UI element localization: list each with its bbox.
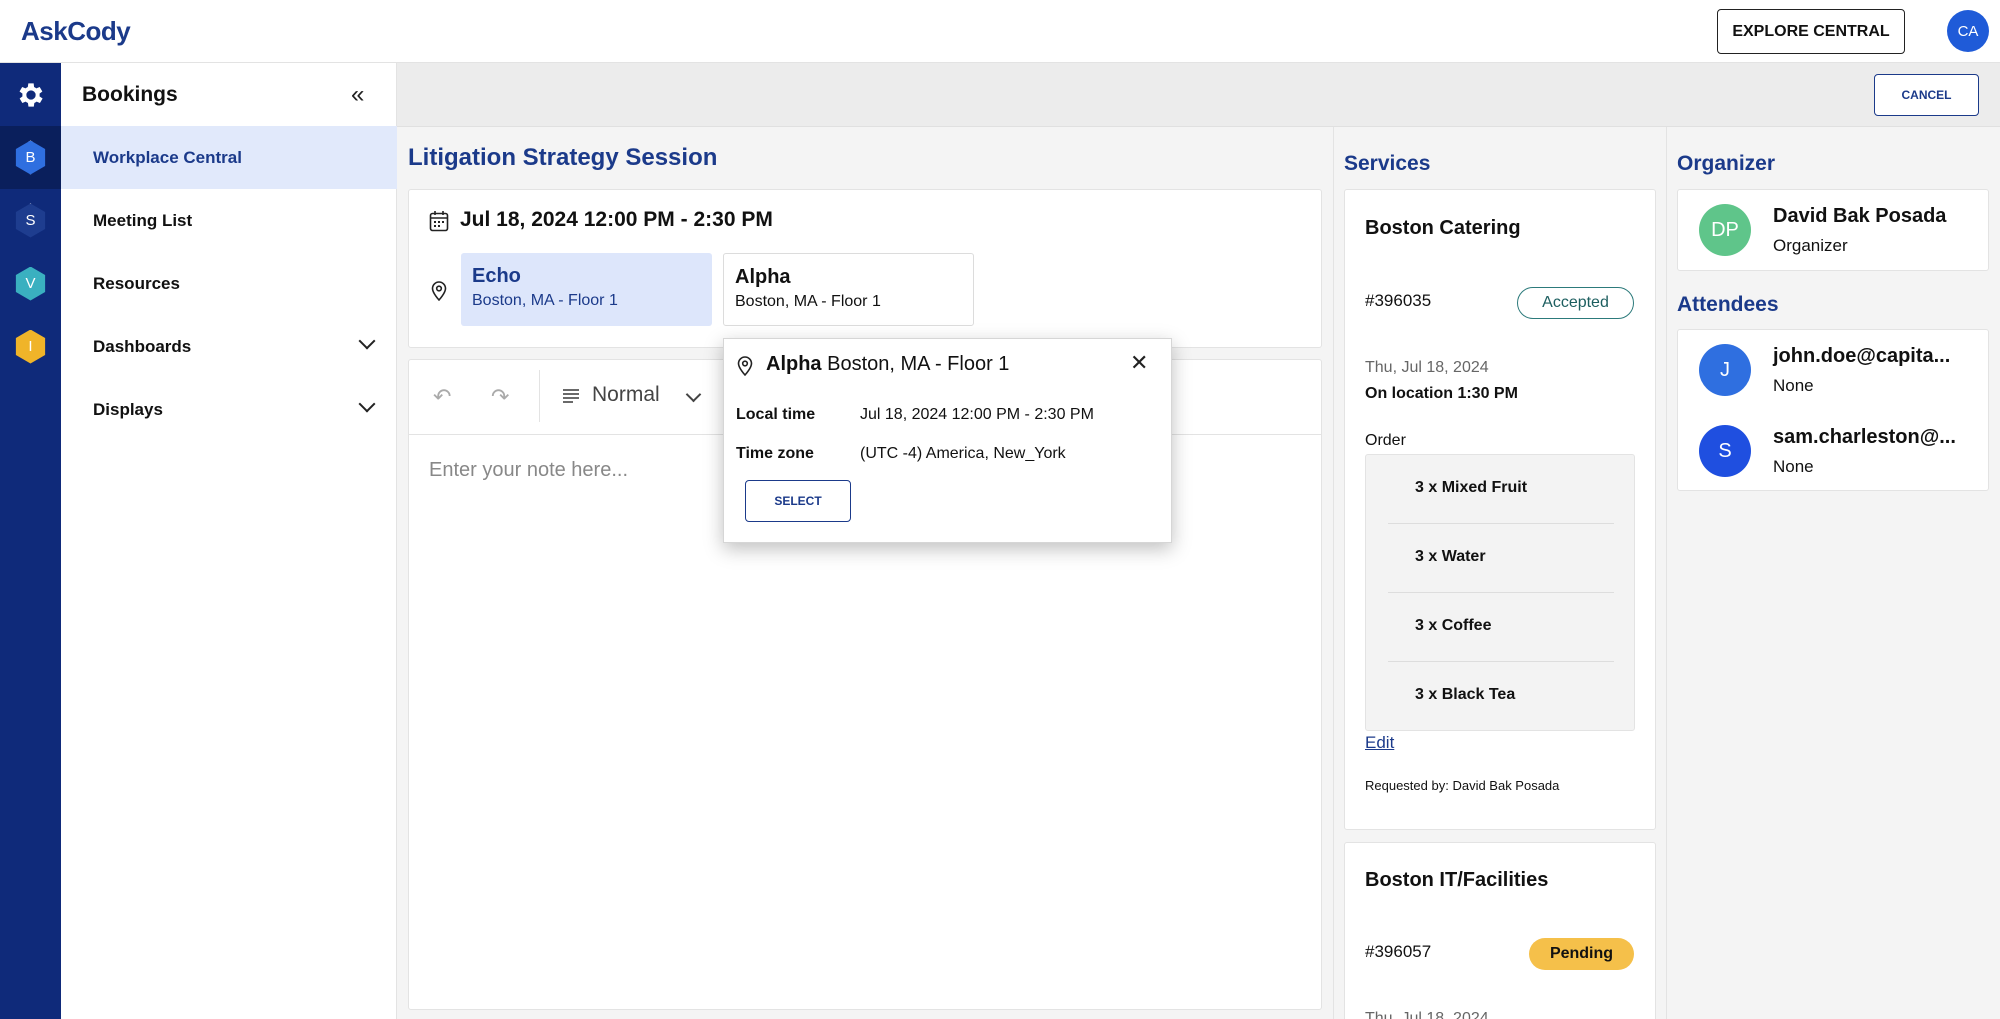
column-divider bbox=[1333, 127, 1334, 1019]
calendar-icon bbox=[429, 211, 449, 232]
service-name: Boston Catering bbox=[1365, 217, 1521, 239]
order-label: Order bbox=[1365, 432, 1406, 449]
services-title: Services bbox=[1344, 152, 1431, 175]
edit-order-link[interactable]: Edit bbox=[1365, 733, 1394, 753]
requested-by: Requested by: David Bak Posada bbox=[1365, 778, 1560, 793]
status-badge: Pending bbox=[1529, 938, 1634, 970]
nav-title: Bookings bbox=[82, 83, 178, 106]
room-name: Alpha bbox=[735, 266, 791, 288]
organizer-role: Organizer bbox=[1773, 236, 1848, 255]
service-date: Thu, Jul 18, 2024 bbox=[1365, 359, 1489, 376]
booking-datetime[interactable]: Jul 18, 2024 12:00 PM - 2:30 PM bbox=[460, 208, 773, 232]
room-location: Boston, MA - Floor 1 bbox=[735, 293, 881, 310]
services-hex-icon: S bbox=[15, 203, 46, 238]
nav-item-workplace-central[interactable]: Workplace Central bbox=[61, 126, 397, 189]
time-zone-label: Time zone bbox=[736, 445, 814, 462]
order-divider bbox=[1388, 592, 1614, 593]
order-item: 3 x Black Tea bbox=[1415, 686, 1516, 703]
redo-icon[interactable]: ↷ bbox=[491, 384, 509, 410]
service-date: Thu, Jul 18, 2024 bbox=[1365, 1010, 1489, 1019]
order-item: 3 x Water bbox=[1415, 548, 1486, 565]
nav-item-label: Dashboards bbox=[93, 336, 192, 356]
attendee-status: None bbox=[1773, 376, 1814, 395]
chevron-down-icon bbox=[358, 395, 376, 413]
user-avatar[interactable]: CA bbox=[1947, 10, 1989, 52]
order-list: 3 x Mixed Fruit 3 x Water 3 x Coffee 3 x… bbox=[1365, 454, 1635, 731]
avatar: DP bbox=[1699, 204, 1751, 256]
attendee-status: None bbox=[1773, 457, 1814, 476]
nav-item-dashboards[interactable]: Dashboards bbox=[61, 315, 397, 378]
visitors-hex-icon: V bbox=[15, 266, 46, 301]
popup-room-name: Alpha bbox=[766, 353, 822, 375]
order-divider bbox=[1388, 523, 1614, 524]
time-zone-value: (UTC -4) America, New_York bbox=[860, 445, 1066, 462]
rail-settings[interactable] bbox=[0, 63, 61, 126]
rail-visitors[interactable]: V bbox=[0, 252, 61, 315]
popup-room-location: Boston, MA - Floor 1 bbox=[827, 353, 1010, 375]
text-format-select[interactable]: Normal bbox=[592, 383, 660, 407]
gear-icon bbox=[19, 82, 43, 107]
room-tab-echo[interactable]: Echo Boston, MA - Floor 1 bbox=[461, 253, 712, 326]
undo-icon[interactable]: ↶ bbox=[433, 384, 451, 410]
paragraph-format-icon bbox=[563, 389, 579, 403]
column-divider bbox=[1666, 127, 1667, 1019]
explore-central-button[interactable]: EXPLORE CENTRAL bbox=[1717, 9, 1905, 54]
location-pin-icon bbox=[737, 356, 753, 376]
close-icon[interactable]: ✕ bbox=[1130, 350, 1148, 376]
order-item: 3 x Coffee bbox=[1415, 617, 1492, 634]
rail-bookings[interactable]: B bbox=[0, 126, 61, 189]
service-id: #396057 bbox=[1365, 942, 1432, 961]
local-time-value: Jul 18, 2024 12:00 PM - 2:30 PM bbox=[860, 406, 1094, 423]
collapse-icon[interactable]: « bbox=[351, 81, 364, 109]
status-badge: Accepted bbox=[1517, 287, 1634, 319]
location-pin-icon bbox=[431, 281, 447, 301]
organizer-name: David Bak Posada bbox=[1773, 205, 1947, 227]
attendee-name: sam.charleston@... bbox=[1773, 426, 1956, 448]
attendees-title: Attendees bbox=[1677, 293, 1779, 316]
note-input[interactable]: Enter your note here... bbox=[429, 459, 628, 482]
attendee-name: john.doe@capita... bbox=[1773, 345, 1951, 367]
app-rail: B S V I bbox=[0, 63, 61, 1019]
rail-services[interactable]: S bbox=[0, 189, 61, 252]
insights-hex-icon: I bbox=[15, 329, 46, 364]
nav-item-displays[interactable]: Displays bbox=[61, 378, 397, 441]
service-name: Boston IT/Facilities bbox=[1365, 869, 1549, 891]
app-logo[interactable]: AskCody bbox=[21, 16, 131, 47]
room-info-popup: Alpha Boston, MA - Floor 1 ✕ Local time … bbox=[723, 338, 1172, 543]
service-id: #396035 bbox=[1365, 291, 1432, 310]
meeting-title: Litigation Strategy Session bbox=[408, 144, 718, 171]
order-item: 3 x Mixed Fruit bbox=[1415, 479, 1528, 496]
avatar: S bbox=[1699, 425, 1751, 477]
local-time-label: Local time bbox=[736, 406, 816, 423]
nav-item-resources[interactable]: Resources bbox=[61, 252, 397, 315]
service-on-location: On location 1:30 PM bbox=[1365, 385, 1518, 402]
order-divider bbox=[1388, 661, 1614, 662]
nav-panel: Bookings « Workplace Central Meeting Lis… bbox=[61, 63, 397, 1019]
room-tab-alpha[interactable]: Alpha Boston, MA - Floor 1 bbox=[723, 253, 974, 326]
popup-title: Alpha Boston, MA - Floor 1 bbox=[766, 353, 1009, 376]
room-name: Echo bbox=[472, 265, 521, 287]
bookings-hex-icon: B bbox=[15, 140, 46, 175]
nav-item-meeting-list[interactable]: Meeting List bbox=[61, 189, 397, 252]
avatar: J bbox=[1699, 344, 1751, 396]
nav-item-label: Displays bbox=[93, 399, 163, 419]
select-room-button[interactable]: SELECT bbox=[745, 480, 851, 522]
cancel-button[interactable]: CANCEL bbox=[1874, 74, 1979, 116]
organizer-title: Organizer bbox=[1677, 152, 1776, 175]
top-bar: AskCody EXPLORE CENTRAL CA bbox=[0, 0, 2000, 63]
action-bar bbox=[397, 63, 2000, 127]
toolbar-divider bbox=[539, 370, 540, 422]
room-location: Boston, MA - Floor 1 bbox=[472, 292, 618, 309]
rail-insights[interactable]: I bbox=[0, 315, 61, 378]
chevron-down-icon bbox=[358, 332, 376, 350]
